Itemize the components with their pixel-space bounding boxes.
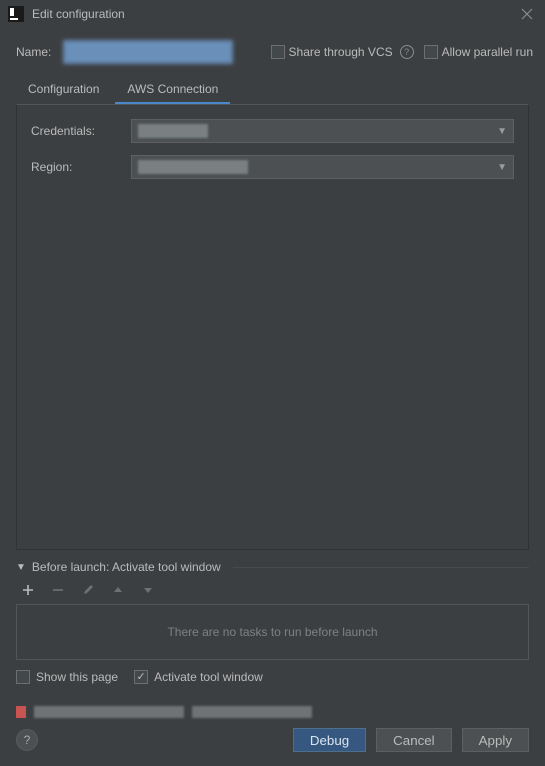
credentials-row: Credentials: ▼ <box>31 119 514 143</box>
activate-tool-checkbox[interactable] <box>134 670 148 684</box>
launch-options: Show this page Activate tool window <box>16 670 529 684</box>
app-icon <box>8 6 24 22</box>
credentials-value <box>138 124 208 138</box>
credentials-dropdown[interactable]: ▼ <box>131 119 514 143</box>
before-launch-header[interactable]: ▼ Before launch: Activate tool window <box>16 560 529 574</box>
aws-connection-panel: Credentials: ▼ Region: ▼ <box>16 104 529 550</box>
name-row: Name: Share through VCS ? Allow parallel… <box>0 28 545 66</box>
tab-configuration[interactable]: Configuration <box>16 76 111 104</box>
tabs: Configuration AWS Connection <box>0 72 545 104</box>
error-row <box>0 706 545 718</box>
move-down-icon[interactable] <box>140 582 156 598</box>
divider <box>233 567 529 568</box>
help-button[interactable]: ? <box>16 729 38 751</box>
edit-task-icon[interactable] <box>80 582 96 598</box>
task-toolbar <box>16 580 529 604</box>
share-vcs-group: Share through VCS ? <box>271 45 414 59</box>
task-empty-text: There are no tasks to run before launch <box>167 625 377 639</box>
error-text-2 <box>192 706 312 718</box>
show-page-checkbox[interactable] <box>16 670 30 684</box>
move-up-icon[interactable] <box>110 582 126 598</box>
allow-parallel-group: Allow parallel run <box>424 45 533 59</box>
chevron-down-icon: ▼ <box>497 162 507 173</box>
error-text-1 <box>34 706 184 718</box>
apply-button[interactable]: Apply <box>462 728 529 752</box>
add-task-icon[interactable] <box>20 582 36 598</box>
dialog-footer: ? Debug Cancel Apply <box>0 718 545 766</box>
allow-parallel-checkbox[interactable] <box>424 45 438 59</box>
task-list: There are no tasks to run before launch <box>16 604 529 660</box>
allow-parallel-label: Allow parallel run <box>442 45 533 59</box>
close-icon[interactable] <box>517 4 537 24</box>
chevron-down-icon: ▼ <box>497 126 507 137</box>
region-row: Region: ▼ <box>31 155 514 179</box>
before-launch-section: ▼ Before launch: Activate tool window Th… <box>0 550 545 684</box>
credentials-label: Credentials: <box>31 124 131 138</box>
region-label: Region: <box>31 160 131 174</box>
name-label: Name: <box>16 45 51 59</box>
activate-tool-label: Activate tool window <box>154 670 263 684</box>
region-dropdown[interactable]: ▼ <box>131 155 514 179</box>
error-icon <box>16 706 26 718</box>
show-page-label: Show this page <box>36 670 118 684</box>
cancel-button[interactable]: Cancel <box>376 728 452 752</box>
before-launch-title: Before launch: Activate tool window <box>32 560 221 574</box>
region-value <box>138 160 248 174</box>
titlebar: Edit configuration <box>0 0 545 28</box>
help-icon[interactable]: ? <box>400 45 414 59</box>
name-input[interactable] <box>63 40 233 64</box>
tab-aws-connection[interactable]: AWS Connection <box>115 76 230 104</box>
remove-task-icon[interactable] <box>50 582 66 598</box>
debug-button[interactable]: Debug <box>293 728 366 752</box>
share-vcs-checkbox[interactable] <box>271 45 285 59</box>
collapse-icon: ▼ <box>16 562 26 573</box>
share-vcs-label: Share through VCS <box>289 45 393 59</box>
window-title: Edit configuration <box>32 7 517 21</box>
